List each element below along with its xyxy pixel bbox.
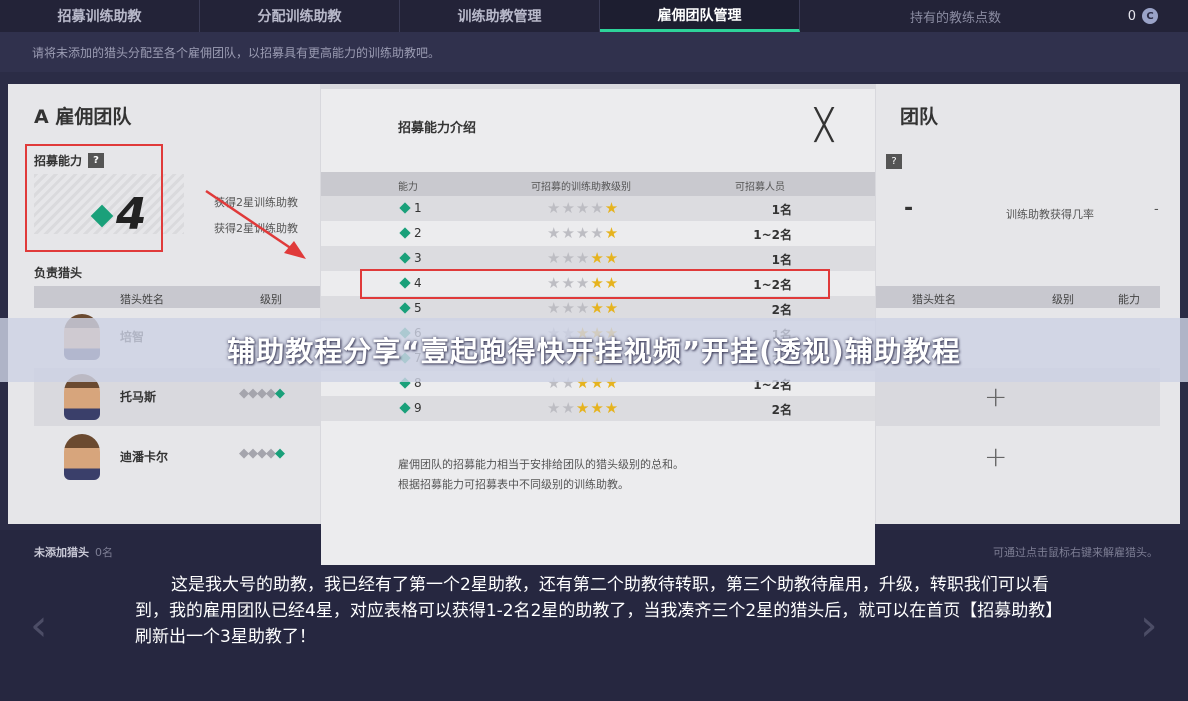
column-header: 猎头姓名 [912,293,956,306]
banner-title: 辅助教程分享“壹起跑得快开挂视频”开挂(透视)辅助教程 [227,335,961,368]
table-header: 猎头姓名 级别 能力 [876,286,1160,308]
scout-name: 迪潘卡尔 [120,450,169,464]
coin-icon: C [1142,8,1158,24]
team-c-title: 团队 [900,106,939,128]
table-row[interactable]: 迪潘卡尔 ◆◆◆◆◆ [34,428,324,486]
diamond-icon [399,402,411,414]
ability-level: 5 [414,301,422,315]
ability-value: - [904,196,914,221]
tab-recruit[interactable]: 招募训练助教 [0,0,200,32]
table-row: 3 ★★★★★ 1名 [321,246,875,271]
unadded-label: 未添加猎头 [34,546,89,559]
ability-level: 3 [414,251,422,265]
level-diamonds: ◆◆◆◆◆ [239,446,285,461]
column-header: 级别 [260,293,282,306]
star-rating: ★★★★★ [547,399,620,417]
unadded-count: 0名 [95,546,113,559]
dialog-note: 雇佣团队的招募能力相当于安排给团队的猎头级别的总和。 根据招募能力可招募表中不同… [398,458,684,491]
tab-team-manage[interactable]: 雇佣团队管理 [600,0,800,32]
tab-assign[interactable]: 分配训练助教 [200,0,400,32]
column-header: 可招募人员 [735,182,785,193]
column-header: 能力 [398,182,418,193]
recruit-count: 1名 [771,203,792,217]
chevron-left-icon[interactable]: ‹ [30,600,48,651]
table-header: 能力 可招募的训练助教级别 可招募人员 [321,172,875,196]
overlay-banner: 辅助教程分享“壹起跑得快开挂视频”开挂(透视)辅助教程 [0,318,1188,382]
diamond-icon [399,302,411,314]
diamond-icon [399,227,411,239]
highlight-box [25,144,163,252]
table-row: 2 ★★★★★ 1~2名 [321,221,875,246]
help-icon[interactable]: ? [886,154,902,169]
column-header: 猎头姓名 [120,293,164,306]
top-nav: 招募训练助教 分配训练助教 训练助教管理 雇佣团队管理 持有的教练点数 0 C [0,0,1188,32]
add-scout-icon[interactable]: + [984,440,1007,473]
page-subtitle: 请将未添加的猎头分配至各个雇佣团队，以招募具有更高能力的训练助教吧。 [0,32,1188,72]
column-header: 级别 [1052,293,1074,306]
diamond-icon [399,202,411,214]
level-diamonds: ◆◆◆◆◆ [239,386,285,401]
rate-value: - [1154,202,1159,217]
arrow-icon [205,189,306,259]
close-icon[interactable]: ╳ [815,111,833,141]
recruit-count: 1~2名 [753,228,792,242]
section-label: 负责猎头 [34,266,83,280]
recruit-count: 2名 [771,303,792,317]
tab-manage[interactable]: 训练助教管理 [400,0,600,32]
hint-text: 可通过点击鼠标右键来解雇猎头。 [993,546,1158,559]
table-row: 9 ★★★★★ 2名 [321,396,875,421]
table-header: 猎头姓名 级别 [34,286,324,308]
ability-level: 1 [414,201,422,215]
highlight-box [360,269,830,299]
star-rating: ★★★★★ [547,224,620,242]
star-rating: ★★★★★ [547,249,620,267]
add-scout-icon[interactable]: + [984,380,1007,413]
ability-level: 9 [414,401,422,415]
table-row: 1 ★★★★★ 1名 [321,196,875,221]
coach-points-value: 0 [1127,8,1136,24]
scout-name: 托马斯 [120,390,157,404]
recruit-count: 1名 [771,253,792,267]
coach-points: 持有的教练点数 0 C [800,0,1188,32]
team-a-title: A 雇佣团队 [34,106,132,128]
avatar [64,434,100,480]
star-rating: ★★★★★ [547,199,620,217]
ability-level: 2 [414,226,422,240]
recruit-count: 2名 [771,403,792,417]
team-c-panel: 团队 ? - 训练助教获得几率 - 猎头姓名 级别 能力 + + [876,84,1180,524]
coach-points-label: 持有的教练点数 [910,10,1002,26]
star-rating: ★★★★★ [547,299,620,317]
rate-label: 训练助教获得几率 [1006,208,1094,221]
empty-slot[interactable]: + [876,428,1160,486]
caption-text: 这是我大号的助教，我已经有了第一个2星助教，还有第二个助教待转职，第三个助教待雇… [135,575,1063,647]
chevron-right-icon[interactable]: › [1140,600,1158,651]
diamond-icon [399,252,411,264]
column-header: 能力 [1118,293,1140,306]
dialog-title: 招募能力介绍 [398,121,477,136]
column-header: 可招募的训练助教级别 [531,182,631,193]
team-a-panel: A 雇佣团队 招募能力 ? 4 获得2星训练助教 获得2星训练助教 负责猎头 猎… [8,84,324,524]
